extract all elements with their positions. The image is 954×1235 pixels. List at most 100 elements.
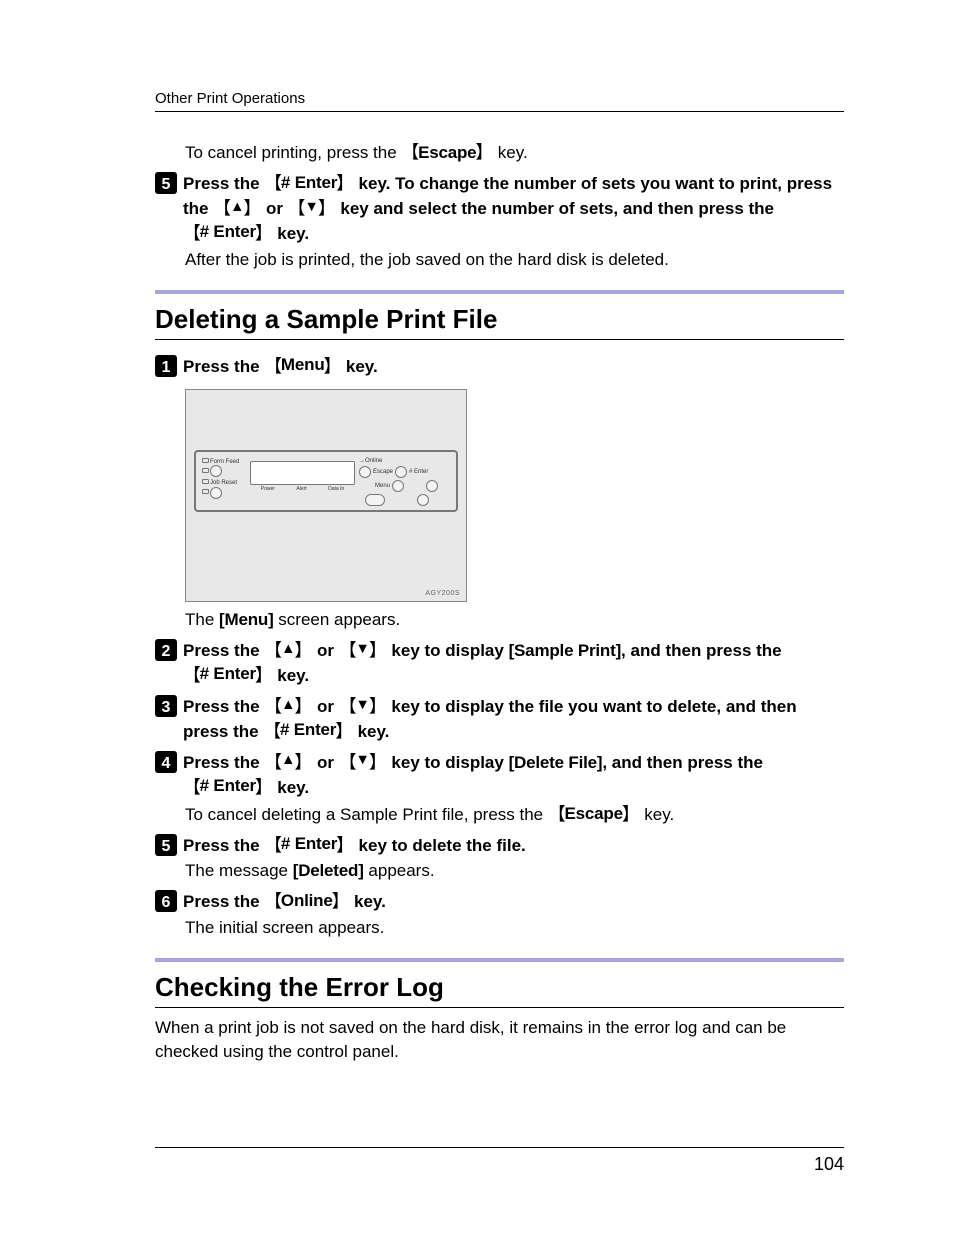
page-header: Other Print Operations xyxy=(155,90,844,112)
enter-key: # Enter xyxy=(183,775,273,799)
text: Press the xyxy=(183,697,264,716)
label-online: Online xyxy=(365,458,382,464)
enter-key: # Enter xyxy=(183,221,273,245)
text: Press the xyxy=(183,174,264,193)
d-step-5-text: Press the # Enter key to delete the file… xyxy=(183,833,526,858)
d-step-5: 5 Press the # Enter key to delete the fi… xyxy=(155,833,844,858)
step-number-icon: 1 xyxy=(155,355,177,377)
text: key. xyxy=(341,357,378,376)
svg-text:5: 5 xyxy=(162,838,171,855)
menu-key: Menu xyxy=(264,354,341,378)
svg-text:5: 5 xyxy=(162,176,171,193)
step-number-icon: 3 xyxy=(155,695,177,717)
text: appears. xyxy=(364,861,435,880)
d-step-3: 3 Press the ▲ or ▼ key to display the fi… xyxy=(155,694,844,744)
text: or xyxy=(261,199,287,218)
enter-key: # Enter xyxy=(263,719,353,743)
enter-key: # Enter xyxy=(264,171,354,195)
escape-key: Escape xyxy=(401,140,493,165)
enter-key: # Enter xyxy=(183,663,273,687)
delete-file-label: Delete File xyxy=(509,752,603,775)
section-rule-top-2 xyxy=(155,958,844,962)
text: Press the xyxy=(183,753,264,772)
section-rule-top xyxy=(155,290,844,294)
d1-after: The Menu screen appears. xyxy=(185,608,844,632)
down-button xyxy=(417,494,429,506)
figure-code: AGY200S xyxy=(186,520,466,601)
text: The xyxy=(185,610,219,629)
up-key: ▲ xyxy=(264,694,312,718)
text: Press the xyxy=(183,836,264,855)
label-escape: Escape xyxy=(373,469,393,476)
escape-key: Escape xyxy=(548,802,640,827)
text: key. xyxy=(493,143,528,162)
enter-key: # Enter xyxy=(264,833,354,857)
text: key to display xyxy=(387,753,509,772)
text: screen appears. xyxy=(274,610,401,629)
text: key to delete the file. xyxy=(354,836,526,855)
text: Press the xyxy=(183,892,264,911)
text: The message xyxy=(185,861,293,880)
d5-after: The message Deleted appears. xyxy=(185,859,844,883)
sample-print-label: Sample Print xyxy=(509,640,621,663)
step-number-icon: 5 xyxy=(155,172,177,194)
text: key and select the number of sets, and t… xyxy=(336,199,774,218)
d-step-6-text: Press the Online key. xyxy=(183,889,386,914)
label-menu: Menu xyxy=(375,483,390,490)
text: key. xyxy=(273,778,310,797)
deleted-label: Deleted xyxy=(293,859,364,883)
text: or xyxy=(312,753,338,772)
job-reset-button xyxy=(210,487,222,499)
text: , and then press the xyxy=(621,641,782,660)
d-step-2-text: Press the ▲ or ▼ key to display Sample P… xyxy=(183,638,844,688)
text: To cancel deleting a Sample Print file, … xyxy=(185,805,548,824)
d6-after: The initial screen appears. xyxy=(185,916,844,940)
down-key: ▼ xyxy=(339,694,387,718)
page-footer: 104 xyxy=(155,1147,844,1175)
escape-button xyxy=(395,466,407,478)
text: or xyxy=(312,641,338,660)
label-alert: Alert xyxy=(296,487,306,493)
label-power: Power xyxy=(261,487,275,493)
step-5-after: After the job is printed, the job saved … xyxy=(185,248,844,272)
d-step-4: 4 Press the ▲ or ▼ key to display Delete… xyxy=(155,750,844,800)
d-step-3-text: Press the ▲ or ▼ key to display the file… xyxy=(183,694,844,744)
page-number: 104 xyxy=(814,1154,844,1174)
cancel-print-line: To cancel printing, press the Escape key… xyxy=(185,140,844,165)
label-job-reset: Job Reset xyxy=(210,480,237,486)
d-step-1-text: Press the Menu key. xyxy=(183,354,378,379)
down-key: ▼ xyxy=(339,750,387,774)
lcd-screen xyxy=(250,461,355,485)
label-enter: # Enter xyxy=(409,469,428,476)
step-5-text: Press the # Enter key. To change the num… xyxy=(183,171,844,246)
text: or xyxy=(312,697,338,716)
text: key. xyxy=(273,224,310,243)
step-number-icon: 5 xyxy=(155,834,177,856)
up-key: ▲ xyxy=(213,196,261,220)
printer-panel-figure: Form Feed Job Reset Power Alert Data In … xyxy=(185,389,467,603)
nav-button xyxy=(365,494,385,506)
up-key: ▲ xyxy=(264,750,312,774)
down-key: ▼ xyxy=(288,196,336,220)
enter-button xyxy=(426,480,438,492)
d4-cancel: To cancel deleting a Sample Print file, … xyxy=(185,802,844,827)
online-key: Online xyxy=(264,889,349,913)
svg-text:3: 3 xyxy=(162,699,171,716)
step-number-icon: 2 xyxy=(155,639,177,661)
text: Press the xyxy=(183,641,264,660)
step-number-icon: 4 xyxy=(155,751,177,773)
d-step-6: 6 Press the Online key. xyxy=(155,889,844,914)
d-step-2: 2 Press the ▲ or ▼ key to display Sample… xyxy=(155,638,844,688)
text: key. xyxy=(353,722,390,741)
label-form-feed: Form Feed xyxy=(210,459,239,465)
down-key: ▼ xyxy=(339,638,387,662)
text: , and then press the xyxy=(602,753,763,772)
svg-text:6: 6 xyxy=(162,894,171,911)
d-step-4-text: Press the ▲ or ▼ key to display Delete F… xyxy=(183,750,844,800)
form-feed-button xyxy=(210,465,222,477)
text: Press the xyxy=(183,357,264,376)
section-error-log: Checking the Error Log xyxy=(155,972,844,1003)
text: To cancel printing, press the xyxy=(185,143,401,162)
text: key. xyxy=(273,666,310,685)
d-step-1: 1 Press the Menu key. xyxy=(155,354,844,379)
